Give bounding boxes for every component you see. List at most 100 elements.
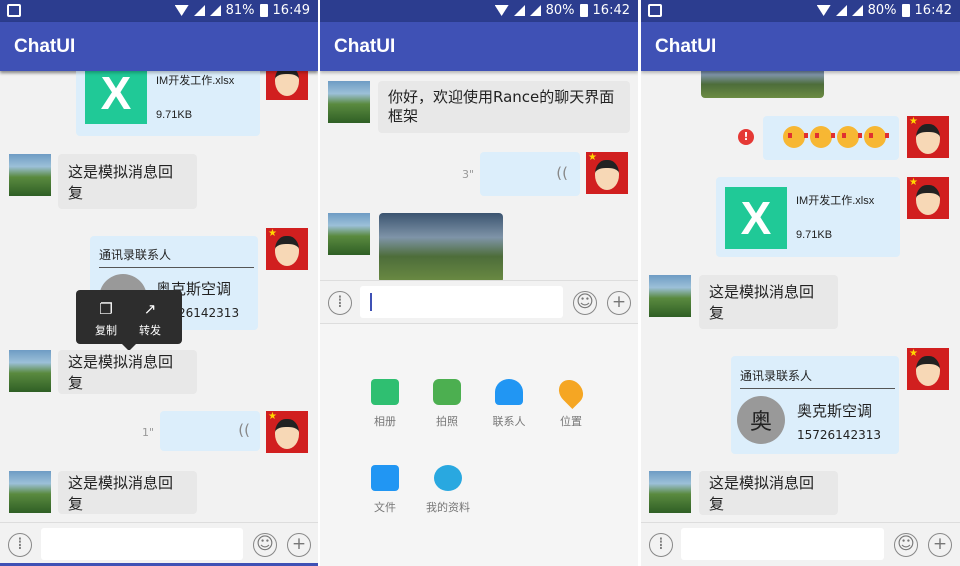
image-message[interactable]: [379, 213, 503, 283]
heart-eyes-emoji-icon: [810, 126, 835, 148]
contact-avatar[interactable]: [649, 275, 691, 317]
file-message-bubble[interactable]: X IM开发工作.xlsx 9.71KB: [716, 177, 900, 257]
contact-avatar[interactable]: [649, 471, 691, 513]
contact-card-phone: 15726142313: [797, 428, 881, 442]
contact-avatar[interactable]: [9, 471, 51, 513]
message-input[interactable]: [681, 528, 884, 560]
album-option[interactable]: 相册: [357, 379, 413, 429]
status-bar: 80% 16:42: [641, 0, 960, 22]
screen-3: 80% 16:42 ChatUI ! ★ X IM开发工作.xlsx 9.71KB…: [641, 0, 960, 566]
reply-message-bubble[interactable]: 这是模拟消息回复: [58, 471, 197, 514]
emoji-button[interactable]: ☺: [894, 533, 918, 557]
contact-avatar[interactable]: [9, 154, 51, 196]
message-action-popup: ❐ 复制 ↗ 转发: [76, 290, 182, 351]
voice-toggle-button[interactable]: ⁞: [8, 533, 32, 557]
contact-card-avatar: 奥: [737, 396, 785, 444]
heart-eyes-emoji-icon: [864, 126, 889, 148]
screen-1: 81%16:49 ChatUI X IM开发工作.xlsx 9.71KB ★ C…: [0, 0, 318, 566]
forward-label: 转发: [139, 324, 161, 337]
voice-wave-icon: ((: [238, 421, 250, 439]
file-name: IM开发工作.xlsx: [796, 195, 875, 207]
my-avatar[interactable]: ★: [907, 177, 949, 219]
my-avatar[interactable]: ★: [907, 116, 949, 158]
my-profile-label: 我的资料: [426, 501, 470, 514]
my-avatar[interactable]: ★: [266, 228, 308, 270]
wifi-icon: [816, 5, 831, 16]
my-avatar[interactable]: ★: [907, 348, 949, 390]
file-label: 文件: [374, 501, 396, 514]
app-title: ChatUI: [320, 22, 638, 71]
my-avatar[interactable]: ★: [586, 152, 628, 194]
file-option[interactable]: 文件: [357, 465, 413, 515]
plus-button[interactable]: +: [928, 533, 952, 557]
copy-action[interactable]: ❐ 复制: [86, 300, 126, 338]
reply-message-bubble[interactable]: 这是模拟消息回复: [699, 275, 838, 329]
emoji-button[interactable]: ☺: [573, 291, 597, 315]
plus-button[interactable]: +: [607, 291, 631, 315]
clock: 16:42: [592, 3, 630, 18]
signal-icon: [513, 5, 525, 16]
contact-card-bubble[interactable]: 通讯录联系人 奥 奥克斯空调 15726142313: [731, 356, 899, 454]
clock: 16:49: [272, 3, 310, 18]
status-bar: 80% 16:42: [320, 0, 638, 22]
voice-message-bubble[interactable]: ((: [160, 411, 260, 451]
signal-icon: [835, 5, 847, 16]
camera-label: 拍照: [436, 415, 458, 428]
message-input[interactable]: [360, 286, 563, 318]
location-option[interactable]: 位置: [543, 375, 599, 429]
contact-avatar[interactable]: [328, 81, 370, 123]
reply-message-bubble[interactable]: 这是模拟消息回复: [58, 350, 197, 394]
file-size: 9.71KB: [156, 109, 193, 121]
send-failed-icon[interactable]: !: [738, 129, 754, 145]
signal-icon-2: [851, 5, 863, 16]
wifi-icon: [494, 5, 509, 16]
forward-action[interactable]: ↗ 转发: [130, 300, 170, 338]
voice-toggle-button[interactable]: ⁞: [649, 533, 673, 557]
emoji-message-bubble[interactable]: [763, 116, 899, 160]
plus-button[interactable]: +: [287, 533, 311, 557]
contact-avatar[interactable]: [9, 350, 51, 392]
file-size: 9.71KB: [796, 229, 833, 241]
share-icon: ↗: [143, 300, 157, 318]
battery-percent: 80%: [867, 3, 897, 18]
copy-icon: ❐: [99, 300, 113, 318]
reply-message-bubble[interactable]: 这是模拟消息回复: [699, 471, 838, 515]
signal-icon-2: [529, 5, 541, 16]
app-title: ChatUI: [641, 22, 960, 71]
my-profile-option[interactable]: 我的资料: [419, 465, 477, 515]
battery-icon: [901, 4, 910, 17]
contact-card-phone: 26142313: [178, 306, 240, 320]
camera-option[interactable]: 拍照: [419, 379, 475, 429]
input-bar: ⁞ ☺ +: [641, 522, 960, 566]
text-cursor: [370, 293, 372, 311]
voice-wave-icon: ((: [556, 164, 568, 182]
voice-message-bubble[interactable]: ((: [480, 152, 580, 196]
contact-card-title: 通讯录联系人: [740, 367, 895, 389]
excel-file-icon: X: [85, 62, 147, 124]
app-bar: ChatUI: [0, 22, 318, 71]
clock: 16:42: [914, 3, 952, 18]
voice-toggle-button[interactable]: ⁞: [328, 291, 352, 315]
message-input[interactable]: [41, 528, 243, 560]
battery-percent: 80%: [545, 3, 575, 18]
plus-panel: 相册 拍照 联系人 位置 文件 我的资料: [320, 323, 638, 566]
contacts-option[interactable]: 联系人: [481, 379, 537, 429]
reply-message-bubble[interactable]: 这是模拟消息回复: [58, 154, 197, 209]
contacts-icon: [495, 379, 523, 405]
location-label: 位置: [560, 415, 582, 428]
contact-avatar[interactable]: [328, 213, 370, 255]
signal-icon-2: [209, 5, 221, 16]
my-avatar[interactable]: ★: [266, 411, 308, 453]
album-label: 相册: [374, 415, 396, 428]
gallery-notification-icon: [7, 4, 21, 17]
contacts-label: 联系人: [492, 415, 526, 428]
copy-label: 复制: [95, 324, 117, 337]
signal-icon: [193, 5, 205, 16]
welcome-message-bubble[interactable]: 你好，欢迎使用Rance的聊天界面框架: [378, 81, 630, 133]
battery-percent: 81%: [225, 3, 255, 18]
gallery-notification-icon: [648, 4, 662, 17]
screen-2: 80% 16:42 ChatUI 你好，欢迎使用Rance的聊天界面框架 3" (…: [320, 0, 638, 566]
location-icon: [554, 375, 588, 409]
emoji-button[interactable]: ☺: [253, 533, 277, 557]
contact-card-title: 通讯录联系人: [99, 246, 254, 268]
